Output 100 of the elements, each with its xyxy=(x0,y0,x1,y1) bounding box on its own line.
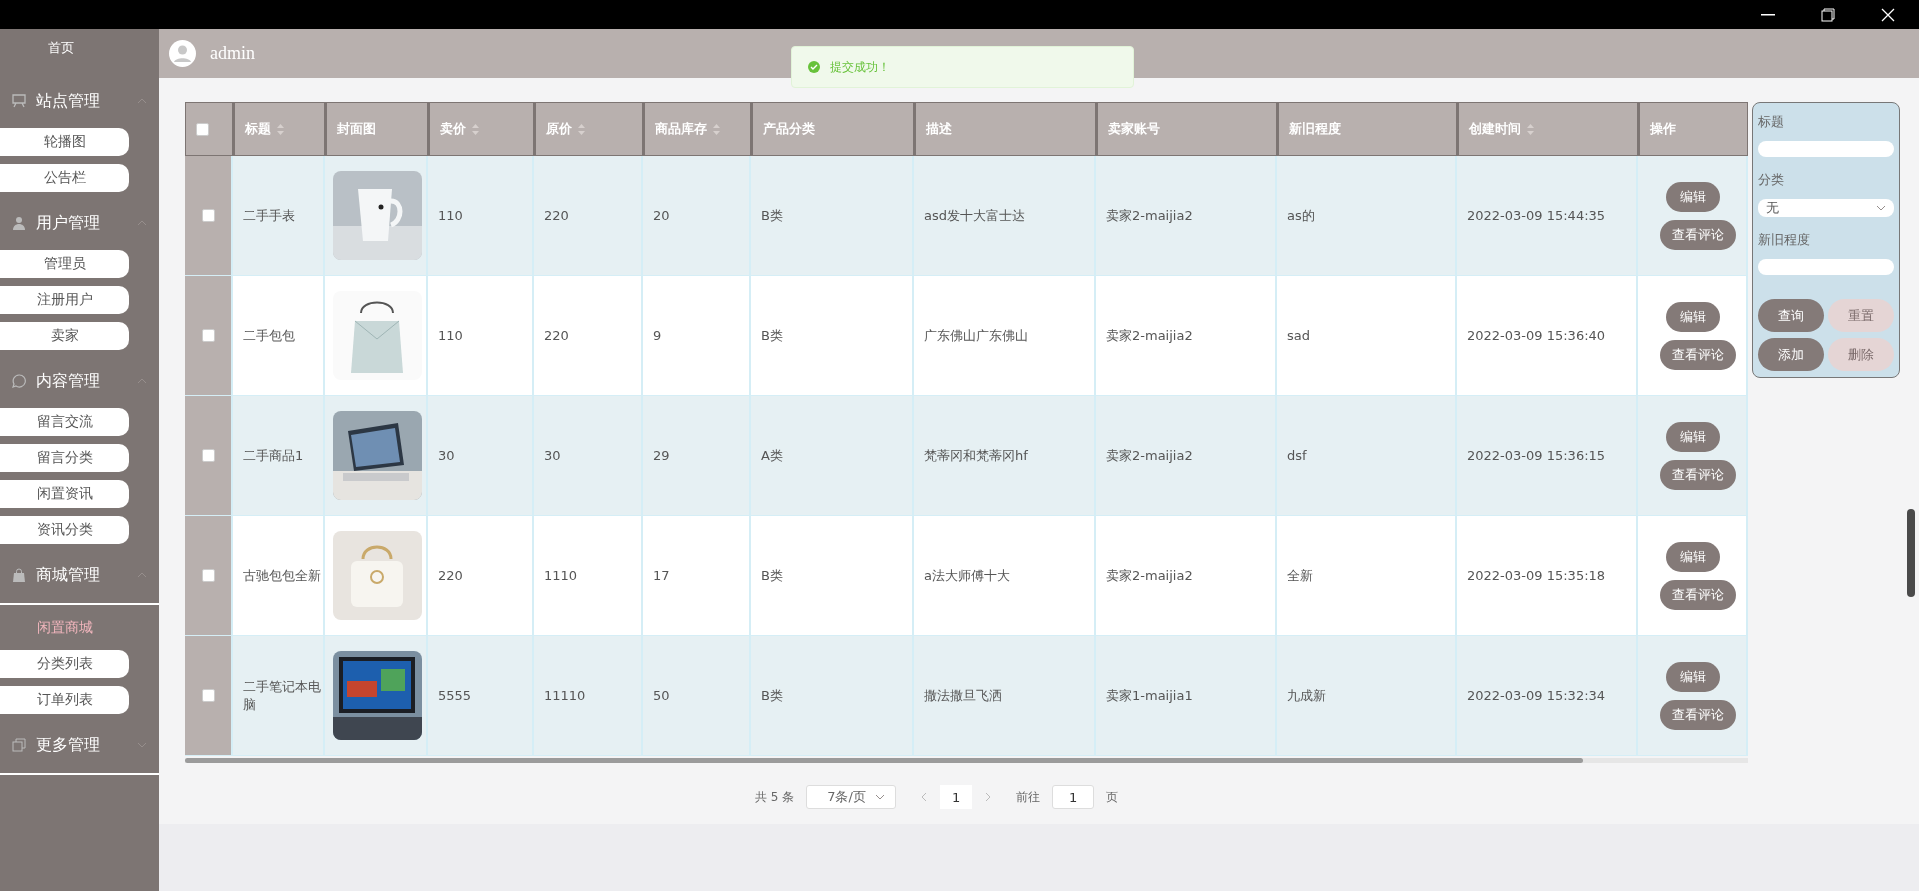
close-icon[interactable] xyxy=(1881,7,1895,22)
table-cell: 2022-03-09 15:36:40 xyxy=(1467,328,1606,343)
username: admin xyxy=(210,43,255,64)
menu-group[interactable]: 用户管理 xyxy=(0,201,159,245)
field-label: 标题 xyxy=(1758,113,1785,131)
table-cell: 220 xyxy=(438,568,463,583)
menu-item[interactable]: 留言分类 xyxy=(0,444,129,472)
table-cell: asd发十大富士达 xyxy=(924,206,1025,225)
table-cell: 梵蒂冈和梵蒂冈hf xyxy=(924,446,1028,465)
sort-icon xyxy=(472,123,479,135)
sort-icon xyxy=(1527,123,1534,135)
view-comments-button[interactable]: 查看评论 xyxy=(1660,339,1736,370)
table-cell: 5555 xyxy=(438,688,472,703)
column-header: 创建时间 xyxy=(1469,120,1521,138)
menu-item[interactable]: 轮播图 xyxy=(0,128,129,156)
row-checkbox[interactable] xyxy=(201,449,215,462)
table-cell: A类 xyxy=(761,446,783,465)
menu-group[interactable]: 站点管理 xyxy=(0,79,159,123)
menu-group[interactable]: 内容管理 xyxy=(0,359,159,403)
page-size-select[interactable]: 7条/页 xyxy=(806,785,897,809)
menu-item[interactable]: 留言交流 xyxy=(0,408,129,436)
view-comments-button[interactable]: 查看评论 xyxy=(1660,579,1736,610)
column-header: 产品分类 xyxy=(763,120,815,138)
menu-item[interactable]: 订单列表 xyxy=(0,686,129,714)
group-title: 内容管理 xyxy=(36,370,101,392)
edit-button[interactable]: 编辑 xyxy=(1666,541,1720,572)
edit-button[interactable]: 编辑 xyxy=(1666,421,1720,452)
edit-button[interactable]: 编辑 xyxy=(1666,301,1720,332)
table-cell: 广东佛山广东佛山 xyxy=(924,326,1028,345)
view-comments-button[interactable]: 查看评论 xyxy=(1660,459,1736,490)
view-comments-button[interactable]: 查看评论 xyxy=(1660,699,1736,730)
menu-item[interactable]: 注册用户 xyxy=(0,286,129,314)
caret-icon xyxy=(137,572,147,578)
scrollbar-thumb[interactable] xyxy=(1907,509,1915,597)
table-cell: B类 xyxy=(761,326,783,345)
table-cell: 9 xyxy=(653,328,662,343)
total-count: 共 5 条 xyxy=(754,788,795,806)
table-cell: 29 xyxy=(653,448,670,463)
table-cell: 卖家2-maijia2 xyxy=(1106,206,1193,225)
check-circle-icon xyxy=(808,61,820,73)
table-cell: as的 xyxy=(1287,206,1315,225)
edit-button[interactable]: 编辑 xyxy=(1666,661,1720,692)
row-checkbox[interactable] xyxy=(201,329,215,342)
column-header: 新旧程度 xyxy=(1289,120,1341,138)
table-cell: 50 xyxy=(653,688,670,703)
edit-button[interactable]: 编辑 xyxy=(1666,181,1720,212)
menu-group[interactable]: 商城管理 xyxy=(0,553,159,597)
view-comments-button[interactable]: 查看评论 xyxy=(1660,219,1736,250)
menu-item[interactable]: 闲置商城 xyxy=(0,614,129,642)
table-cell: 30 xyxy=(438,448,455,463)
table-cell: 110 xyxy=(438,208,463,223)
page-button[interactable]: 1 xyxy=(940,785,973,809)
menu-item[interactable]: 分类列表 xyxy=(0,650,129,678)
table-cell: 卖家2-maijia2 xyxy=(1106,326,1193,345)
group-title: 站点管理 xyxy=(36,90,101,112)
home-link[interactable]: 首页 xyxy=(0,39,159,73)
column-header: 标题 xyxy=(245,120,271,138)
menu-item[interactable]: 公告栏 xyxy=(0,164,129,192)
row-checkbox[interactable] xyxy=(201,569,215,582)
scrollbar-thumb[interactable] xyxy=(185,758,1583,763)
table-cell: 卖家2-maijia2 xyxy=(1106,566,1193,585)
table-cell: B类 xyxy=(761,566,783,585)
column-header: 描述 xyxy=(926,120,952,138)
input-field[interactable] xyxy=(1758,141,1894,157)
table-cell: 20 xyxy=(653,208,670,223)
menu-item[interactable]: 卖家 xyxy=(0,322,129,350)
menu-item[interactable]: 闲置资讯 xyxy=(0,480,129,508)
category-select[interactable]: 无 xyxy=(1758,199,1894,217)
table-cell: 2022-03-09 15:36:15 xyxy=(1467,448,1606,463)
column-header: 封面图 xyxy=(337,120,376,138)
table-cell: 撒法撒旦飞洒 xyxy=(924,686,1002,705)
row-checkbox[interactable] xyxy=(201,689,215,702)
field-label: 新旧程度 xyxy=(1758,231,1811,249)
table-cell: 2022-03-09 15:35:18 xyxy=(1467,568,1606,583)
menu-group[interactable]: 更多管理 xyxy=(0,723,159,767)
avatar-icon xyxy=(169,40,196,67)
table-cell: 古驰包包全新 xyxy=(243,566,321,585)
menu-item[interactable]: 管理员 xyxy=(0,250,129,278)
caret-icon xyxy=(1876,205,1886,211)
select-all-checkbox[interactable] xyxy=(196,122,209,136)
group-title: 商城管理 xyxy=(36,564,101,586)
column-header: 原价 xyxy=(546,120,572,138)
row-checkbox[interactable] xyxy=(201,209,215,222)
table-cell: 1110 xyxy=(544,568,578,583)
table-cell: dsf xyxy=(1287,448,1307,463)
easel-icon xyxy=(12,94,26,108)
minimize-icon[interactable] xyxy=(1761,13,1775,16)
filter-button[interactable]: 添加 xyxy=(1758,338,1824,371)
table-cell: 二手手表 xyxy=(243,206,295,225)
filter-button[interactable]: 查询 xyxy=(1758,299,1824,332)
menu-item[interactable]: 资讯分类 xyxy=(0,516,129,544)
restore-icon[interactable] xyxy=(1821,7,1835,22)
table-cell: 17 xyxy=(653,568,670,583)
goto-page-field[interactable]: 1 xyxy=(1052,785,1095,809)
table-cell: 2022-03-09 15:44:35 xyxy=(1467,208,1606,223)
input-field[interactable] xyxy=(1758,259,1894,275)
field-label: 分类 xyxy=(1758,171,1785,189)
table-cell: 全新 xyxy=(1287,566,1313,585)
table-cell: 二手包包 xyxy=(243,326,295,345)
toast-message: 提交成功！ xyxy=(830,58,890,76)
